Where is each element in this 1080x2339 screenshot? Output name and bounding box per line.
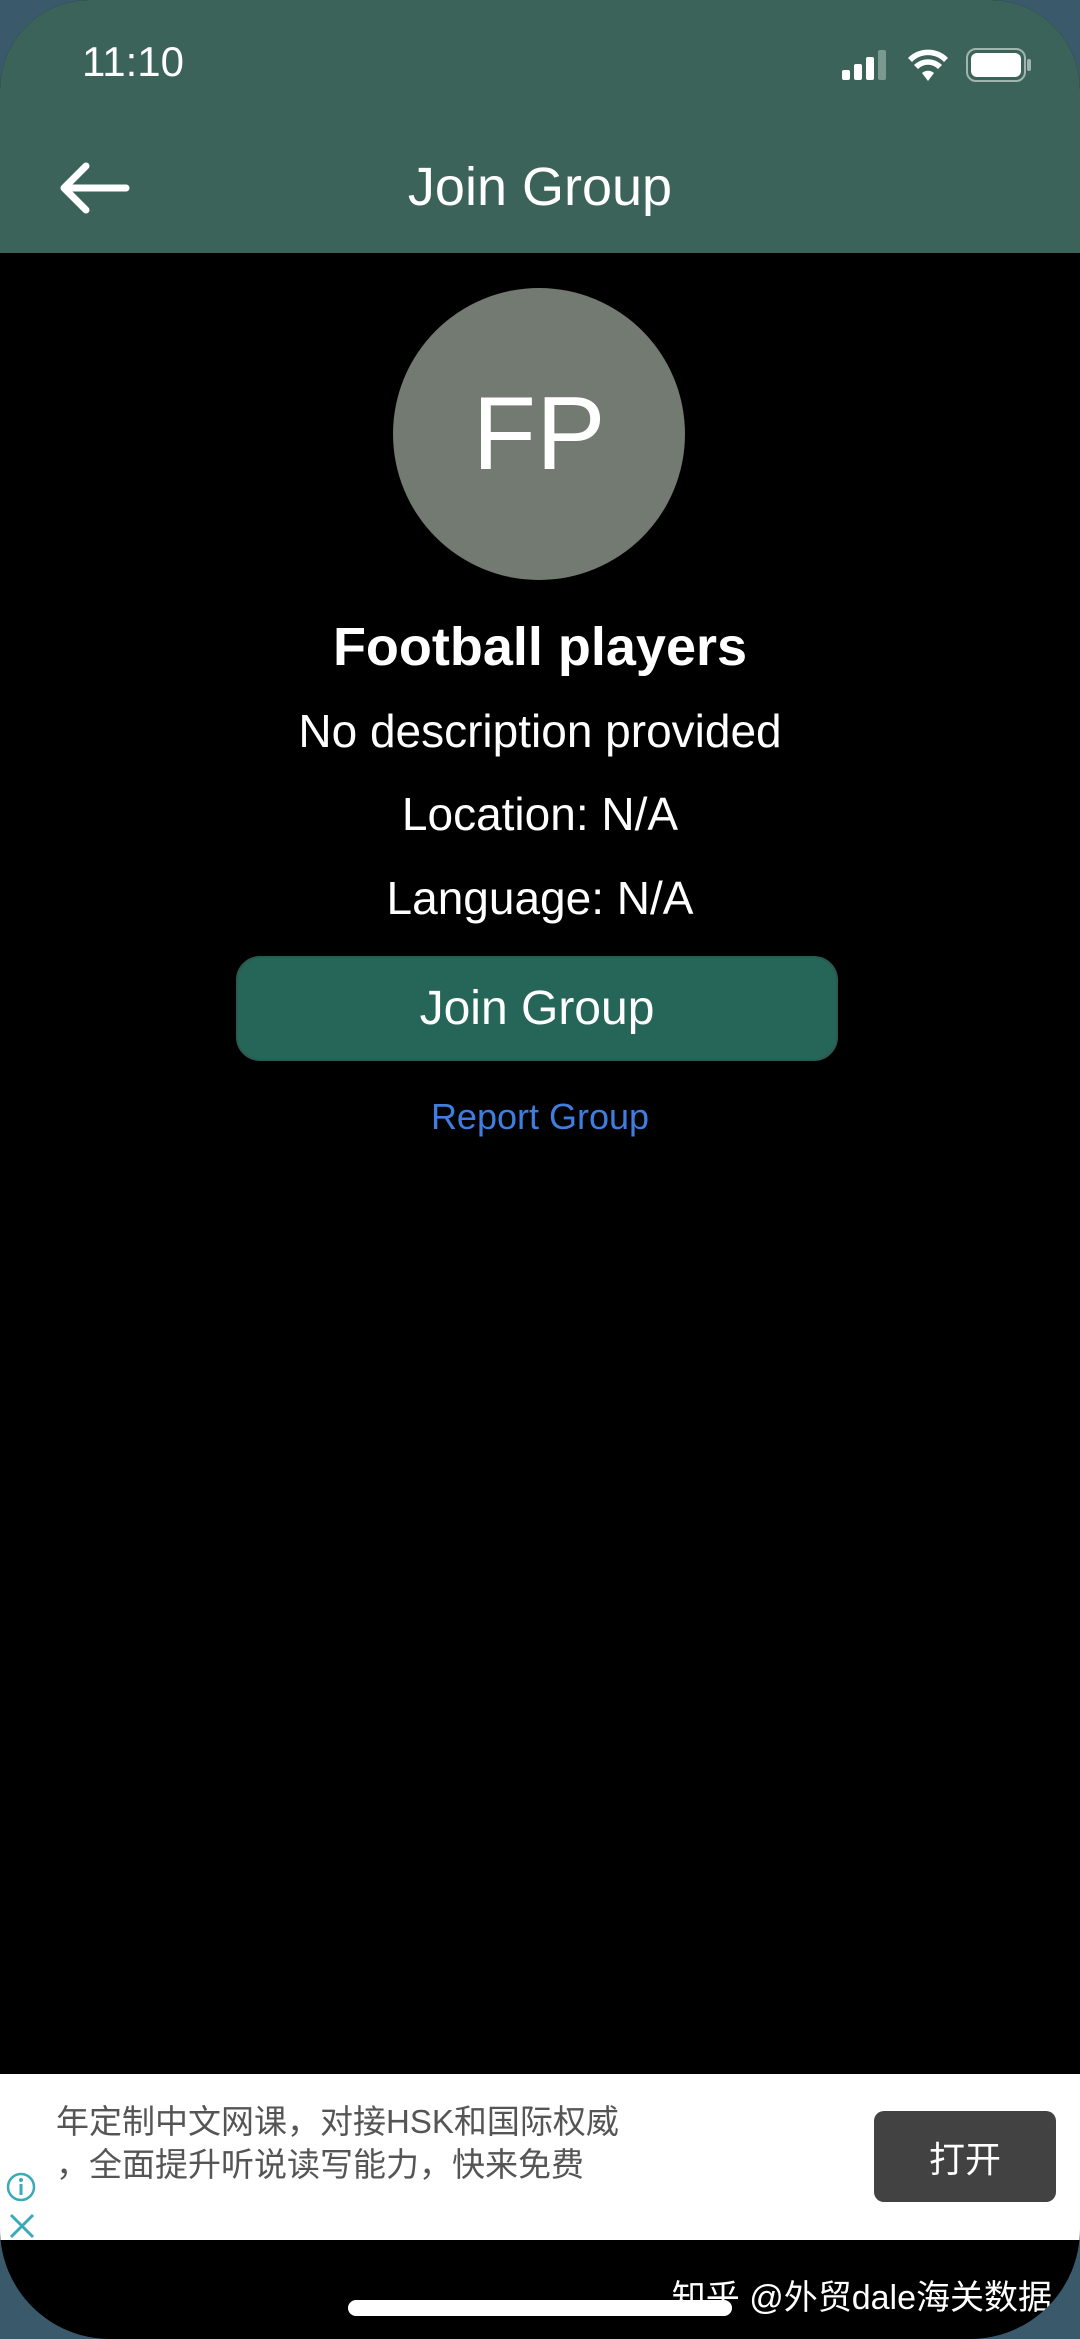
app-header: 11:10 Join Group: [0, 0, 1080, 253]
avatar-initials: FP: [472, 375, 606, 492]
page-title: Join Group: [407, 157, 673, 217]
home-indicator[interactable]: [348, 2300, 732, 2316]
group-language: Language: N/A: [386, 872, 694, 924]
join-group-button[interactable]: Join Group: [236, 956, 838, 1061]
ad-text-line: ，全面提升听说读写能力，快来免费: [56, 2146, 584, 2183]
report-group-link[interactable]: Report Group: [0, 1096, 1080, 1138]
info-icon[interactable]: [6, 2172, 36, 2202]
close-icon[interactable]: [8, 2212, 36, 2240]
wifi-icon: [908, 49, 948, 81]
group-name: Football players: [332, 617, 748, 677]
group-avatar: FP: [393, 288, 685, 580]
cellular-signal-icon: [842, 50, 886, 80]
battery-icon: [966, 48, 1031, 82]
group-location: Location: N/A: [401, 788, 679, 840]
ad-banner[interactable]: 年定制中文网课，对接HSK和国际权威 ，全面提升听说读写能力，快来免费 打开: [0, 2074, 1080, 2240]
group-description: No description provided: [298, 705, 782, 757]
status-icons: [842, 48, 1032, 82]
phone-screen: 11:10 Join Group FP Football players No …: [0, 0, 1080, 2339]
ad-open-button[interactable]: 打开: [874, 2111, 1056, 2202]
ad-text-line: 年定制中文网课，对接HSK和国际权威: [56, 2103, 619, 2140]
ad-text: 年定制中文网课，对接HSK和国际权威 ，全面提升听说读写能力，快来免费: [56, 2100, 676, 2186]
status-time: 11:10: [82, 38, 184, 85]
